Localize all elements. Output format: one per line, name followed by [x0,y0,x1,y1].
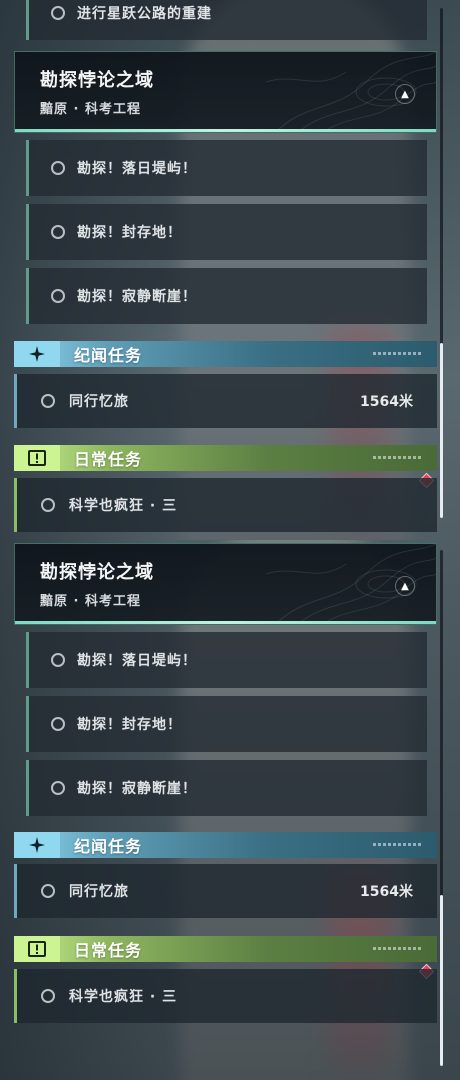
ring-icon [51,6,65,20]
scrollbar-track[interactable] [440,550,443,1066]
exclamation-icon [14,936,60,962]
subtask-item[interactable]: 勘探！落日堤屿！ [26,140,427,196]
ring-icon [51,289,65,303]
section-label: 日常任务 [74,450,143,469]
quest-title: 勘探悖论之域 [40,70,154,91]
exclamation-icon [14,445,60,471]
ring-icon [41,498,55,512]
ring-icon [51,653,65,667]
chevron-up-icon[interactable]: ▲ [395,84,415,104]
subtask-label: 勘探！寂静断崖！ [77,781,197,797]
subtask-label: 勘探！落日堤屿！ [77,653,197,669]
quest-tracker-panel-1: 进行星跃公路的重建 勘探悖论之域 黯原 · 科考工程 ▲ 勘探！落日堤屿！ 勘探… [0,0,460,540]
scrollbar-track[interactable] [440,8,443,518]
task-label: 科学也疯狂 · 三 [69,498,178,514]
ring-icon [51,225,65,239]
story-task-item[interactable]: 同行忆旅 1564米 [14,864,437,918]
task-label: 进行星跃公路的重建 [77,6,212,22]
sparkle-icon [14,832,60,858]
scrollbar-thumb[interactable] [440,343,443,518]
task-label: 同行忆旅 [69,394,129,410]
subtask-item[interactable]: 勘探！封存地！ [26,696,427,752]
daily-task-item[interactable]: 科学也疯狂 · 三 [14,969,437,1023]
banner-decor [373,352,423,355]
task-label: 同行忆旅 [69,884,129,900]
ring-icon [41,989,55,1003]
task-label: 科学也疯狂 · 三 [69,989,178,1005]
chevron-up-icon[interactable]: ▲ [395,576,415,596]
ring-icon [51,161,65,175]
ring-icon [41,394,55,408]
quest-subtitle: 黯原 · 科考工程 [40,102,141,117]
task-distance: 1564米 [360,884,413,900]
task-partial-top[interactable]: 进行星跃公路的重建 [26,0,427,40]
header-glow-line [15,129,436,132]
task-distance: 1564米 [360,394,413,410]
subtask-label: 勘探！封存地！ [77,225,182,241]
subtask-item[interactable]: 勘探！封存地！ [26,204,427,260]
section-label: 纪闻任务 [74,346,143,365]
subtask-item[interactable]: 勘探！落日堤屿！ [26,632,427,688]
banner-decor [373,947,423,950]
ring-icon [51,717,65,731]
header-glow-line [15,621,436,624]
ring-icon [41,884,55,898]
ring-icon [51,781,65,795]
story-section-banner[interactable]: 纪闻任务 [14,341,437,367]
section-label: 日常任务 [74,941,143,960]
story-task-item[interactable]: 同行忆旅 1564米 [14,374,437,428]
quest-subtitle: 黯原 · 科考工程 [40,594,141,609]
subtask-label: 勘探！封存地！ [77,717,182,733]
scrollbar-thumb[interactable] [440,895,443,1066]
banner-decor [373,843,423,846]
sparkle-icon [14,341,60,367]
daily-task-item[interactable]: 科学也疯狂 · 三 [14,478,437,532]
quest-tracker-panel-2: 勘探悖论之域 黯原 · 科考工程 ▲ 勘探！落日堤屿！ 勘探！封存地！ 勘探！寂… [0,540,460,1080]
subtask-item[interactable]: 勘探！寂静断崖！ [26,268,427,324]
quest-title: 勘探悖论之域 [40,562,154,583]
subtask-item[interactable]: 勘探！寂静断崖！ [26,760,427,816]
subtask-label: 勘探！落日堤屿！ [77,161,197,177]
section-label: 纪闻任务 [74,837,143,856]
daily-section-banner[interactable]: 日常任务 [14,936,437,962]
quest-header[interactable]: 勘探悖论之域 黯原 · 科考工程 ▲ [14,51,437,133]
subtask-label: 勘探！寂静断崖！ [77,289,197,305]
quest-header[interactable]: 勘探悖论之域 黯原 · 科考工程 ▲ [14,543,437,625]
banner-decor [373,456,423,459]
daily-section-banner[interactable]: 日常任务 [14,445,437,471]
story-section-banner[interactable]: 纪闻任务 [14,832,437,858]
